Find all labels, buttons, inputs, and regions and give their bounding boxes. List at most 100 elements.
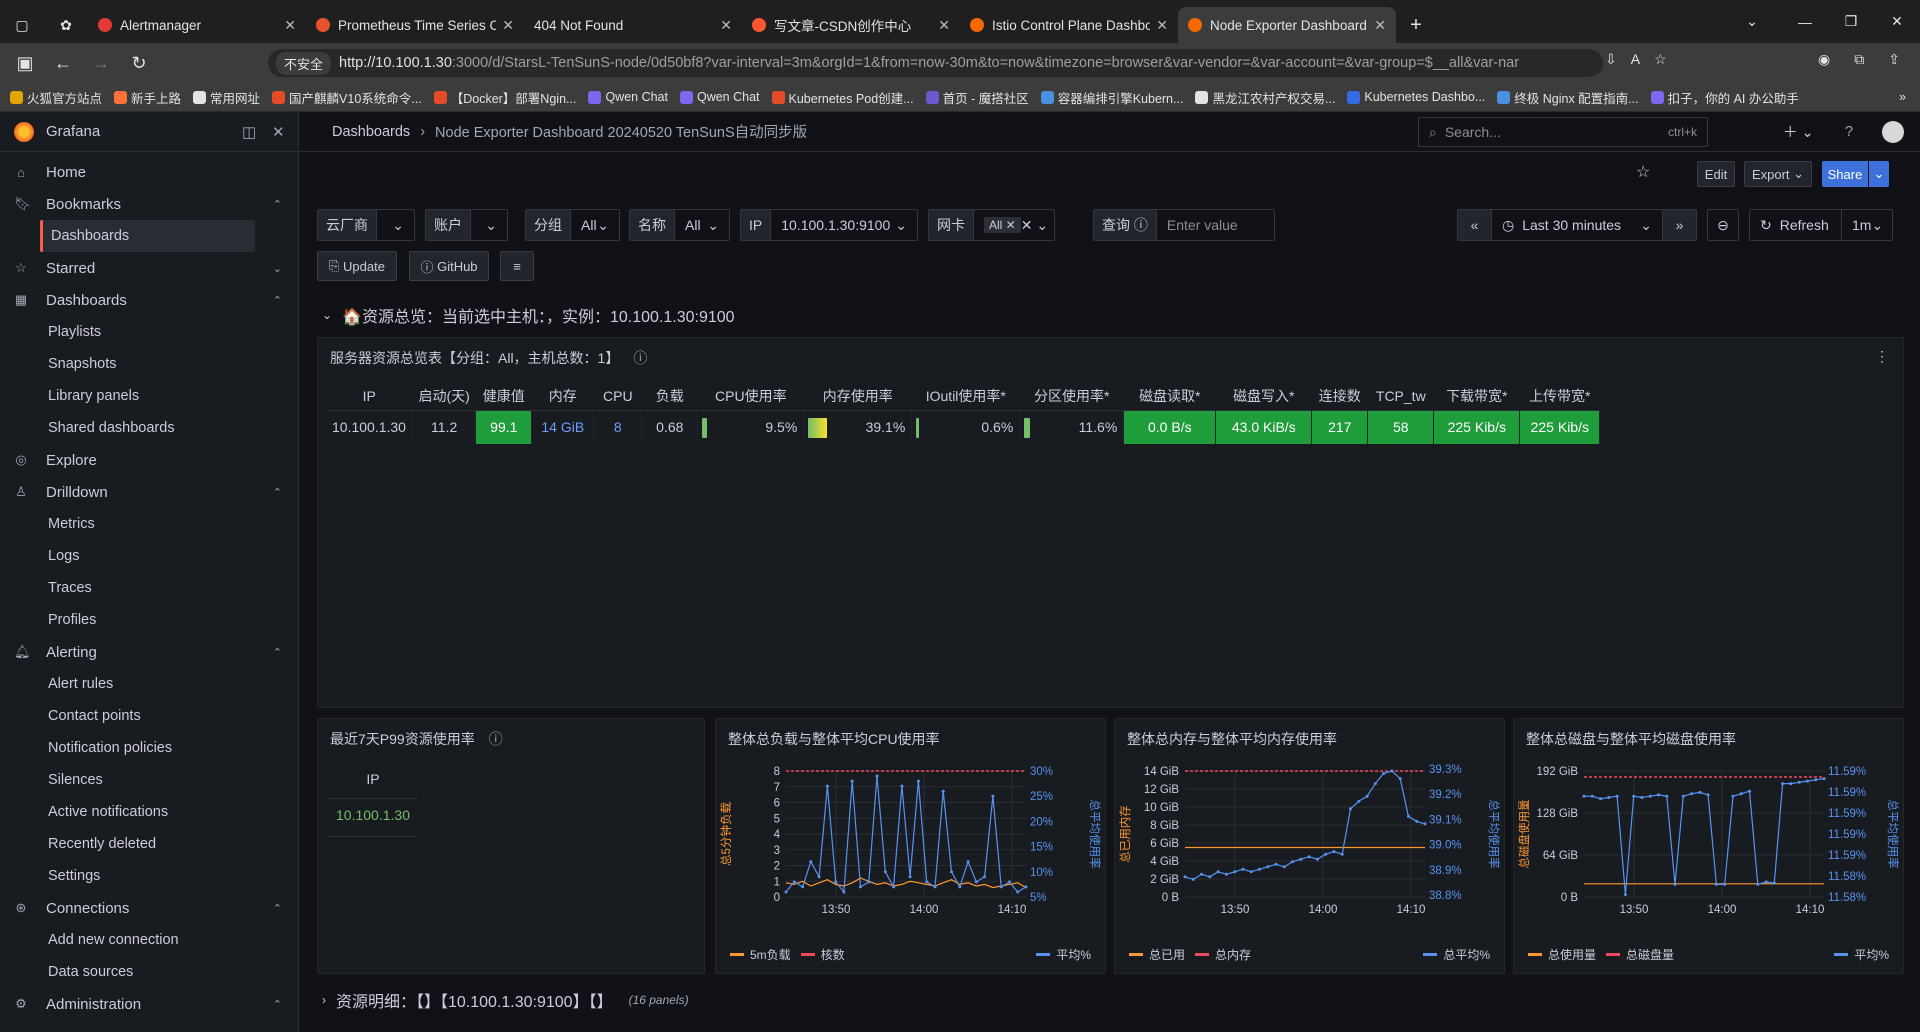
browser-tab[interactable]: Prometheus Time Series Colle ✕ — [306, 7, 524, 43]
column-header[interactable]: 负载 — [641, 382, 698, 411]
column-header[interactable]: 磁盘读取* — [1123, 382, 1216, 411]
share-menu-icon[interactable]: ⌄ — [1869, 161, 1889, 187]
group-select[interactable]: 分组 All ⌄ — [525, 209, 620, 241]
refresh-interval-select[interactable]: 1m ⌄ — [1842, 210, 1892, 240]
account-select[interactable]: 账户 ⌄ — [425, 209, 508, 241]
github-button[interactable]: ⓘ GitHub — [409, 251, 489, 281]
column-header[interactable]: 内存 — [531, 382, 594, 411]
p99-ip-cell[interactable]: 10.100.1.30 — [328, 807, 418, 837]
chevron-up-icon[interactable]: ⌃ — [273, 902, 282, 915]
column-header[interactable]: 健康值 — [475, 382, 532, 411]
column-header[interactable]: 磁盘写入* — [1215, 382, 1312, 411]
restore-icon[interactable]: ❐ — [1828, 13, 1874, 30]
tab-close-icon[interactable]: ✕ — [938, 17, 950, 34]
sidebar-subitem-settings[interactable]: Settings — [0, 860, 298, 892]
column-header[interactable]: CPU使用率 — [697, 382, 804, 411]
legend-item[interactable]: 总平均% — [1443, 946, 1490, 963]
forward-icon[interactable]: → — [82, 53, 120, 74]
install-icon[interactable]: ⇩ — [1605, 51, 1617, 68]
extensions-icon[interactable]: ⧉ — [1854, 51, 1864, 68]
translate-icon[interactable]: A — [1631, 51, 1640, 68]
legend-item[interactable]: 总使用量 — [1548, 946, 1596, 963]
tab-close-icon[interactable]: ✕ — [502, 17, 514, 34]
sidebar-subitem-playlists[interactable]: Playlists — [0, 316, 298, 348]
bookmark-item[interactable]: Qwen Chat — [588, 90, 668, 104]
column-header[interactable]: 连接数 — [1311, 382, 1368, 411]
sidebar-item-administration[interactable]: ⚙ Administration ⌃ — [0, 988, 298, 1020]
sidebar-subitem-alert-rules[interactable]: Alert rules — [0, 668, 298, 700]
sidebar-subitem-library-panels[interactable]: Library panels — [0, 380, 298, 412]
bookmark-item[interactable]: 终极 Nginx 配置指南... — [1497, 88, 1639, 107]
avatar[interactable] — [1882, 120, 1904, 143]
browser-tab[interactable]: 写文章-CSDN创作中心 ✕ — [742, 7, 960, 43]
close-menu-icon[interactable]: ✕ — [272, 123, 285, 141]
sidebar-subitem-notification-policies[interactable]: Notification policies — [0, 732, 298, 764]
more-bookmarks-icon[interactable]: » — [1899, 90, 1906, 104]
extension-icon[interactable]: ✿ — [44, 7, 88, 43]
bookmark-item[interactable]: Kubernetes Dashbo... — [1347, 90, 1485, 104]
favorite-icon[interactable]: ☆ — [1654, 51, 1667, 68]
ip-select[interactable]: IP 10.100.1.30:9100 ⌄ — [740, 209, 918, 241]
bookmark-item[interactable]: Kubernetes Pod创建... — [771, 88, 914, 107]
legend-item[interactable]: 总磁盘量 — [1626, 946, 1674, 963]
breadcrumb-dashboards[interactable]: Dashboards — [332, 124, 410, 140]
sidebar-toggle-icon[interactable]: ▣ — [6, 53, 44, 74]
bookmark-item[interactable]: 首页 - 魔搭社区 — [925, 88, 1029, 107]
tab-close-icon[interactable]: ✕ — [1156, 17, 1168, 34]
sidebar-item-alerting[interactable]: 🔔︎ Alerting ⌃ — [0, 636, 298, 668]
sidebar-item-connections[interactable]: ⊛ Connections ⌃ — [0, 892, 298, 924]
sidebar-item-drilldown[interactable]: ♙ Drilldown ⌃ — [0, 476, 298, 508]
sidebar-subitem-recently-deleted[interactable]: Recently deleted — [0, 828, 298, 860]
chevron-up-icon[interactable]: ⌃ — [273, 486, 282, 499]
time-forward-icon[interactable]: » — [1662, 210, 1696, 240]
chevron-up-icon[interactable]: ⌃ — [273, 294, 282, 307]
chevron-down-icon[interactable]: ⌄ — [273, 262, 282, 275]
sidebar-item-home[interactable]: ⌂ Home — [0, 156, 298, 188]
browser-tab[interactable]: Istio Control Plane Dashboar ✕ — [960, 7, 1178, 43]
sidebar-subitem-metrics[interactable]: Metrics — [0, 508, 298, 540]
bookmark-item[interactable]: Qwen Chat — [679, 90, 760, 104]
nic-select[interactable]: 网卡 All ✕ ✕ ⌄ — [928, 209, 1055, 241]
column-header[interactable]: 内存使用率 — [803, 382, 912, 411]
update-button[interactable]: ⎘ Update — [317, 251, 397, 281]
sidebar-item-starred[interactable]: ☆ Starred ⌄ — [0, 252, 298, 284]
bookmark-item[interactable]: 新手上路 — [114, 88, 181, 107]
time-picker[interactable]: « ◷ Last 30 minutes ⌄ » — [1457, 209, 1697, 241]
panel-menu-icon[interactable]: ⋮ — [1875, 348, 1889, 365]
sidebar-subitem-silences[interactable]: Silences — [0, 764, 298, 796]
column-header[interactable]: 下载带宽* — [1433, 382, 1520, 411]
column-header[interactable]: IP — [326, 382, 413, 411]
column-header[interactable]: 启动(天) — [412, 382, 476, 411]
column-header[interactable]: IOutil使用率* — [911, 382, 1020, 411]
zoom-out-icon[interactable]: ⊖ — [1707, 209, 1739, 241]
sidebar-item-bookmarks[interactable]: 🔖︎ Bookmarks ⌃ — [0, 188, 298, 220]
share-page-icon[interactable]: ⇪ — [1888, 51, 1900, 68]
reload-icon[interactable]: ↻ — [120, 53, 158, 74]
back-icon[interactable]: ← — [44, 53, 82, 74]
share-button[interactable]: Share — [1822, 161, 1868, 187]
sidebar-subitem-data-sources[interactable]: Data sources — [0, 956, 298, 988]
bookmark-item[interactable]: 国产麒麟V10系统命令... — [272, 88, 422, 107]
edit-button[interactable]: Edit — [1697, 161, 1735, 187]
new-tab-icon[interactable]: + — [1396, 7, 1436, 43]
legend-item[interactable]: 平均% — [1854, 946, 1889, 963]
add-icon[interactable]: ＋ ⌄ — [1783, 121, 1814, 142]
legend-item[interactable]: 平均% — [1056, 946, 1091, 963]
bookmark-item[interactable]: 【Docker】部署Ngin... — [433, 88, 576, 107]
sidebar-subitem-snapshots[interactable]: Snapshots — [0, 348, 298, 380]
dock-menu-icon[interactable]: ◫ — [242, 123, 256, 141]
search-input[interactable]: ⌕ Search... ctrl+k — [1418, 117, 1708, 147]
tab-actions-icon[interactable]: ▢ — [0, 7, 44, 43]
tab-close-icon[interactable]: ✕ — [284, 17, 296, 34]
sidebar-item-explore[interactable]: ◎ Explore — [0, 444, 298, 476]
column-header[interactable]: TCP_tw — [1367, 382, 1434, 411]
refresh-button[interactable]: ↻ Refresh — [1750, 210, 1842, 240]
column-header[interactable]: 上传带宽* — [1519, 382, 1600, 411]
chevron-up-icon[interactable]: ⌃ — [273, 646, 282, 659]
tab-list-icon[interactable]: ⌄ — [1722, 13, 1782, 30]
chevron-up-icon[interactable]: ⌃ — [273, 998, 282, 1011]
tab-close-icon[interactable]: ✕ — [1374, 17, 1386, 34]
export-button[interactable]: Export ⌄ — [1744, 161, 1812, 187]
column-header[interactable]: 分区使用率* — [1019, 382, 1124, 411]
star-icon[interactable]: ☆ — [1636, 162, 1650, 182]
